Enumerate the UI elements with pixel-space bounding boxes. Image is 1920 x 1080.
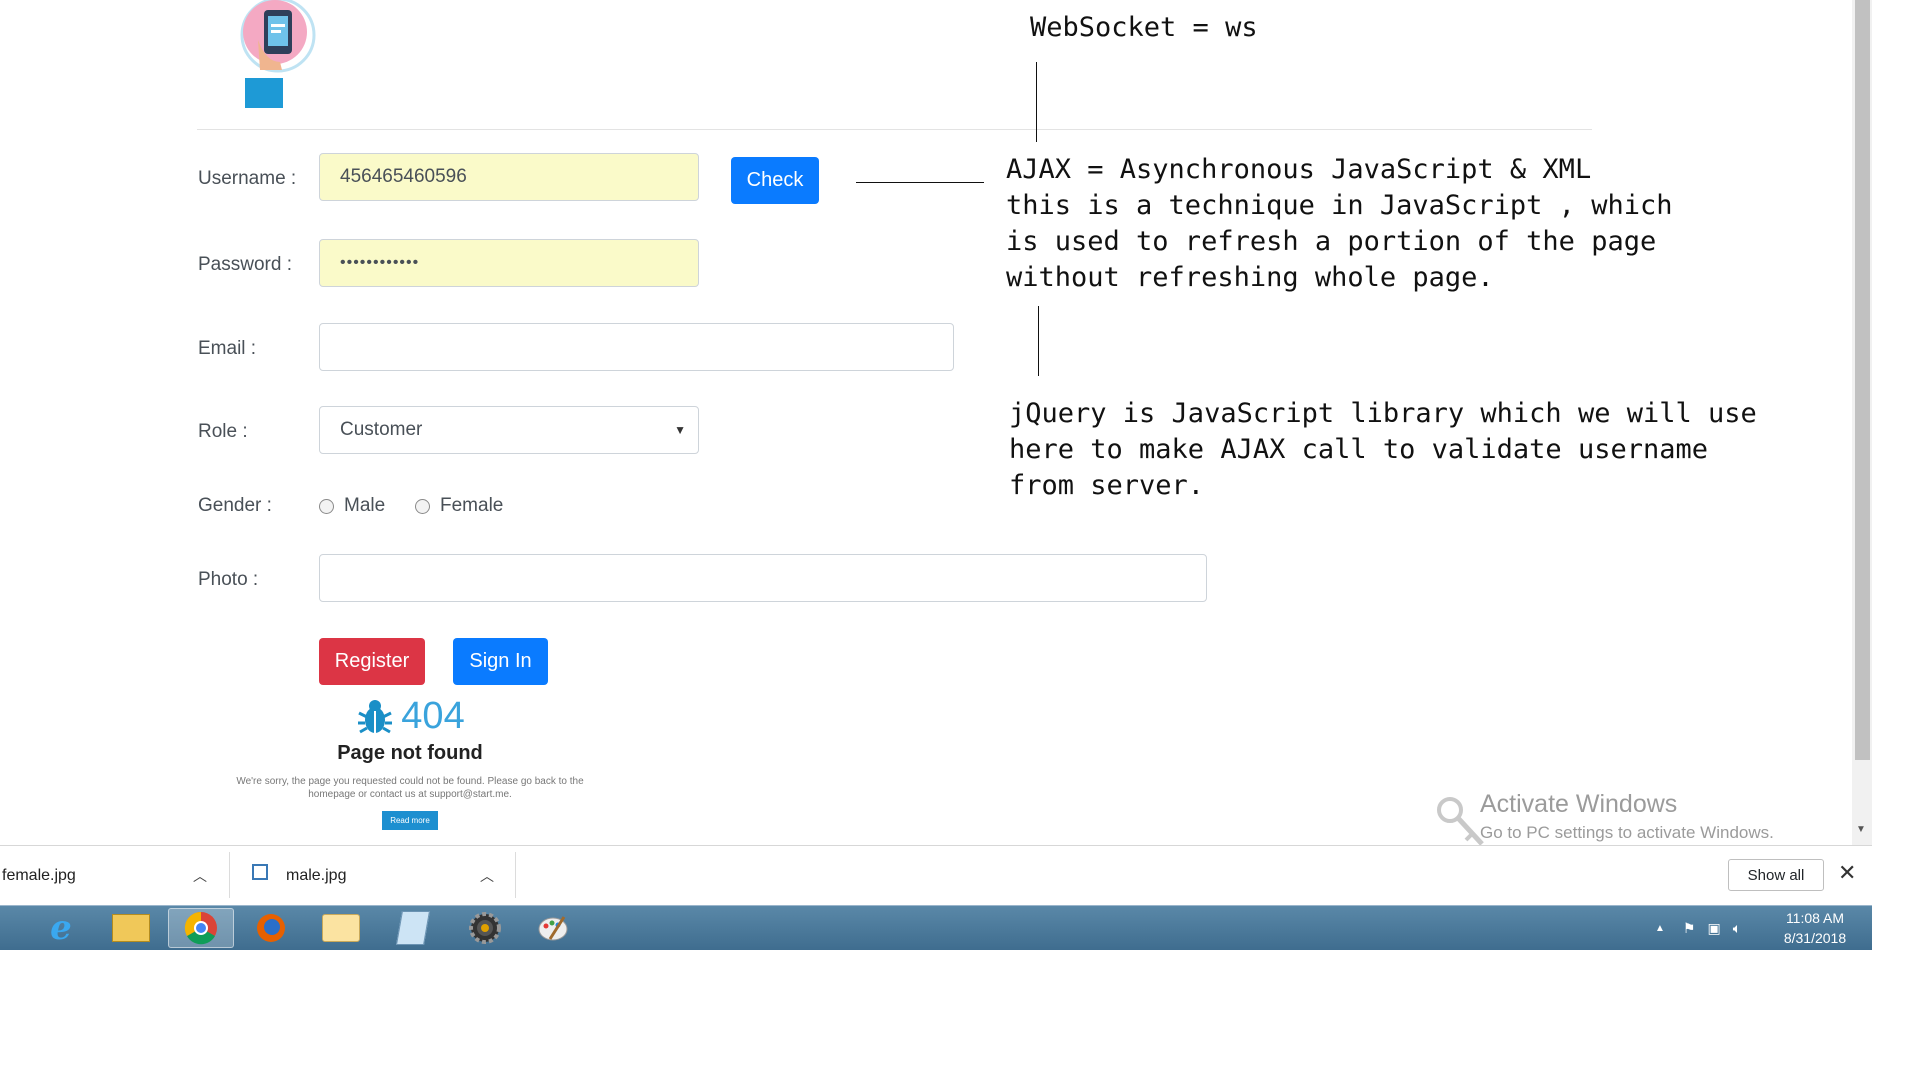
username-input[interactable]: 456465460596 <box>319 153 699 201</box>
chevron-down-icon: ▼ <box>674 423 686 437</box>
notepad-icon[interactable] <box>380 908 446 948</box>
divider <box>515 852 516 898</box>
show-all-button[interactable]: Show all <box>1728 859 1824 891</box>
role-value: Customer <box>340 419 423 440</box>
jquery-note-line3: from server. <box>1009 470 1205 501</box>
gender-male-option[interactable]: Male <box>319 495 385 517</box>
bug-icon <box>358 699 393 733</box>
username-value: 456465460596 <box>340 166 467 187</box>
chrome-icon[interactable] <box>168 908 234 948</box>
websocket-note: WebSocket = ws <box>1030 12 1258 43</box>
divider <box>229 852 230 898</box>
connector-line <box>1038 306 1039 376</box>
register-button[interactable]: Register <box>319 638 425 685</box>
settings-gear-icon[interactable] <box>452 908 518 948</box>
file-explorer-icon[interactable] <box>98 908 164 948</box>
download-bar: female.jpg ︿ male.jpg ︿ Show all ✕ <box>0 845 1872 905</box>
download-item-female[interactable]: female.jpg <box>2 846 76 905</box>
download-filename: male.jpg <box>286 866 347 884</box>
header-divider <box>197 129 1592 130</box>
photo-input[interactable] <box>319 554 1207 602</box>
start-orb-icon[interactable] <box>0 908 10 948</box>
show-hidden-icons-icon[interactable]: ▲ <box>1655 923 1665 934</box>
download-item-male[interactable]: male.jpg <box>252 846 346 905</box>
password-value: •••••••••••• <box>340 254 420 271</box>
check-button[interactable]: Check <box>731 157 819 204</box>
ajax-note-line4: without refreshing whole page. <box>1006 262 1494 293</box>
password-input[interactable]: •••••••••••• <box>319 239 699 287</box>
ajax-note-line3: is used to refresh a portion of the page <box>1006 226 1657 257</box>
not-found-title: Page not found <box>337 742 483 764</box>
gender-label: Gender : <box>198 495 272 516</box>
activate-title: Activate Windows <box>1480 790 1678 818</box>
female-radio[interactable] <box>415 498 430 514</box>
network-icon[interactable]: ▣ <box>1707 920 1720 937</box>
close-icon[interactable]: ✕ <box>1838 860 1856 886</box>
download-filename: female.jpg <box>2 866 76 884</box>
system-tray: ▲ ⚑ ▣ 🔈︎ <box>1655 906 1741 951</box>
mail-app-icon[interactable] <box>308 908 374 948</box>
chevron-up-icon[interactable]: ︿ <box>480 866 494 886</box>
error-code: 404 <box>401 695 465 737</box>
jquery-note-line1: jQuery is JavaScript library which we wi… <box>1009 398 1757 429</box>
male-radio[interactable] <box>319 498 334 514</box>
ajax-note-line2: this is a technique in JavaScript , whic… <box>1006 190 1673 221</box>
male-label: Male <box>344 495 386 516</box>
chevron-up-icon[interactable]: ︿ <box>193 866 207 886</box>
role-label: Role : <box>198 421 248 442</box>
username-label: Username : <box>198 168 297 189</box>
image-file-icon <box>252 863 268 880</box>
password-label: Password : <box>198 254 292 275</box>
paint-icon[interactable] <box>520 908 586 948</box>
female-label: Female <box>440 495 504 516</box>
app-logo <box>240 0 316 108</box>
scroll-thumb[interactable] <box>1855 0 1870 760</box>
clock-time: 11:08 AM <box>1785 910 1845 926</box>
role-select[interactable]: Customer ▼ <box>319 406 699 454</box>
connector-line <box>856 182 984 183</box>
email-input[interactable] <box>319 323 954 371</box>
firefox-icon[interactable] <box>238 908 304 948</box>
action-center-flag-icon[interactable]: ⚑ <box>1683 920 1696 937</box>
volume-icon[interactable]: 🔈︎ <box>1733 920 1741 937</box>
not-found-text: We're sorry, the page you requested coul… <box>236 776 584 800</box>
ajax-note-line1: AJAX = Asynchronous JavaScript & XML <box>1006 154 1592 185</box>
read-more-button: Read more <box>382 811 438 830</box>
page-not-found-image: 404 Page not found We're sorry, the page… <box>205 695 615 830</box>
gender-female-option[interactable]: Female <box>415 495 503 517</box>
sign-in-button[interactable]: Sign In <box>453 638 548 685</box>
windows-taskbar: e ▲ ⚑ ▣ 🔈︎ 11:08 AM 8/31/2018 <box>0 905 1872 950</box>
jquery-note-line2: here to make AJAX call to validate usern… <box>1009 434 1708 465</box>
clock-date: 8/31/2018 <box>1783 930 1847 946</box>
404-heading: 404 <box>205 695 615 738</box>
activate-windows-watermark: Activate Windows Go to PC settings to ac… <box>1420 790 1774 843</box>
email-label: Email : <box>198 338 257 359</box>
internet-explorer-icon[interactable]: e <box>28 908 94 948</box>
connector-line <box>1036 62 1037 142</box>
browser-page: Username : 456465460596 Check Password :… <box>0 0 1872 845</box>
taskbar-clock[interactable]: 11:08 AM 8/31/2018 <box>1770 908 1860 948</box>
scroll-down-arrow-icon[interactable]: ▼ <box>1856 824 1866 835</box>
photo-label: Photo : <box>198 569 259 590</box>
activate-subtitle: Go to PC settings to activate Windows. <box>1480 823 1774 842</box>
vertical-scrollbar[interactable]: ▼ <box>1852 0 1872 845</box>
